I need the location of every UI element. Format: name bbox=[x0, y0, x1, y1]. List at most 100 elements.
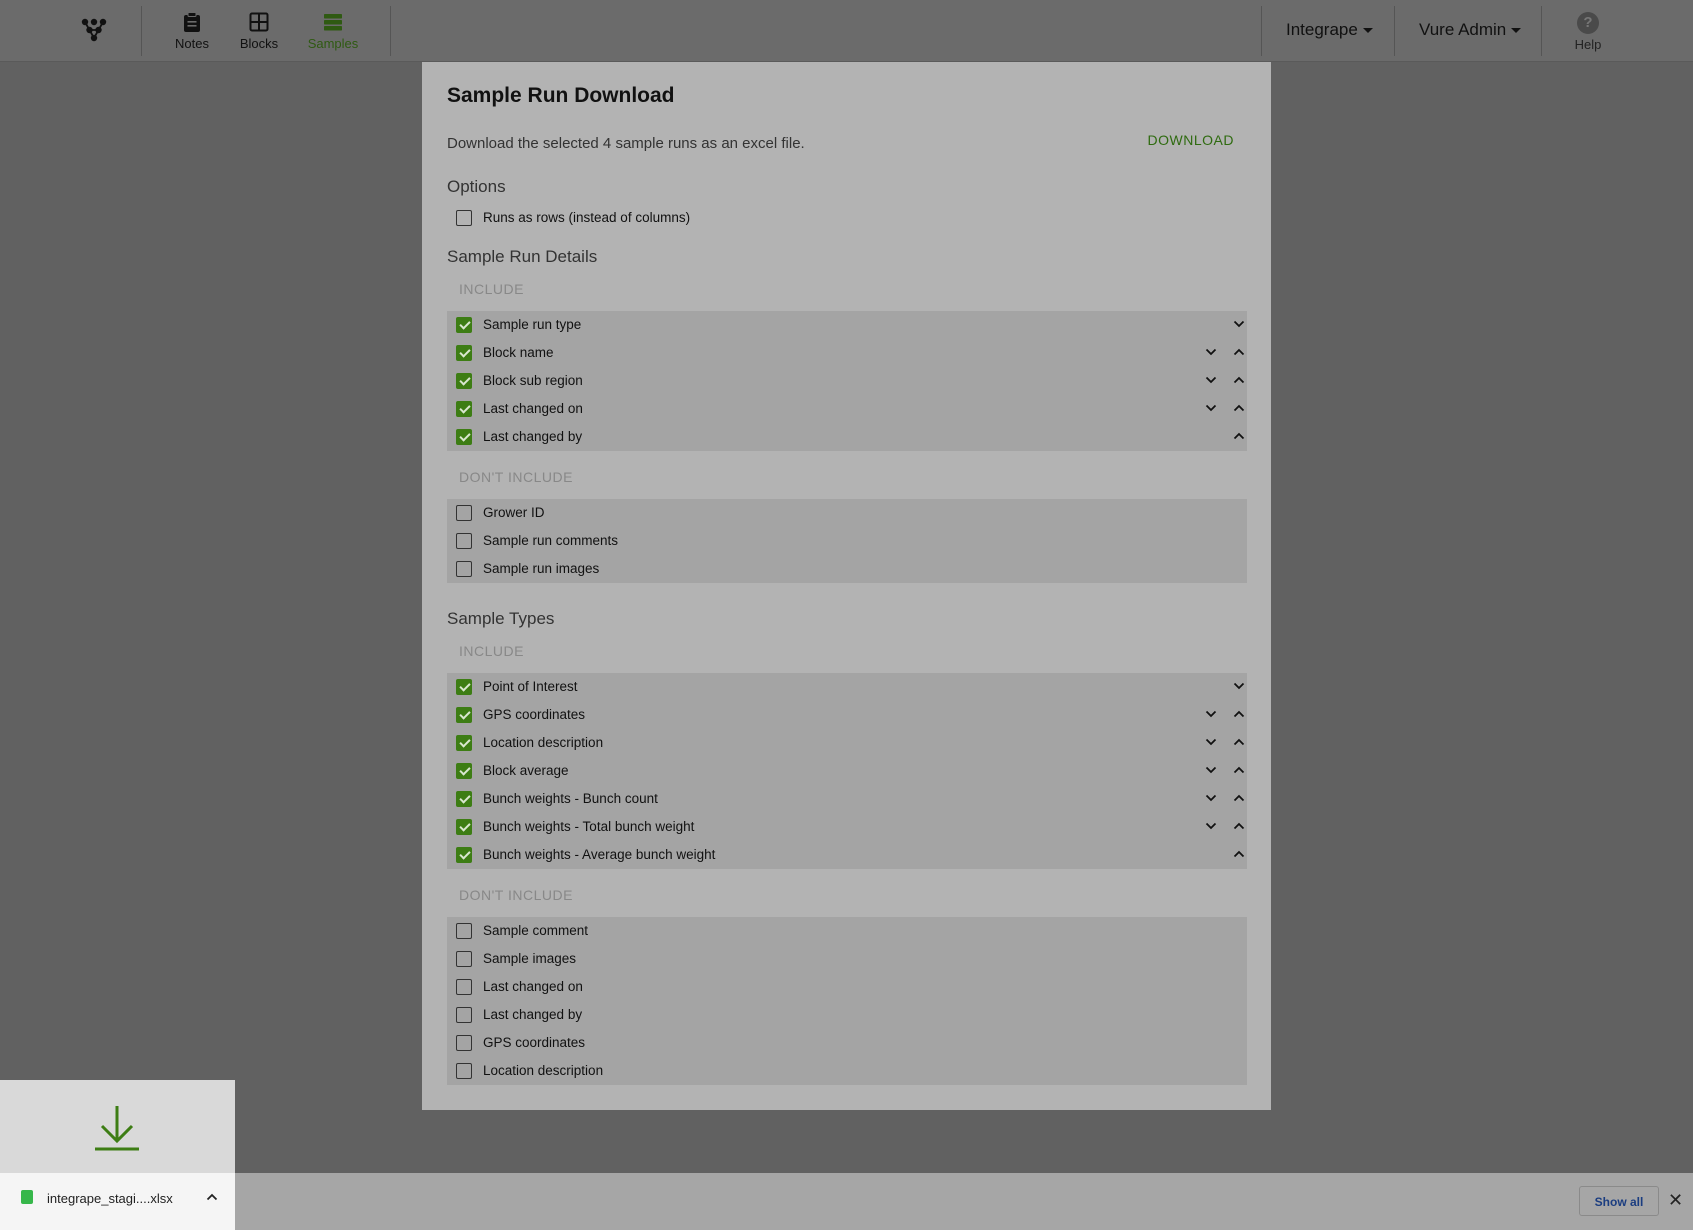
checkbox[interactable] bbox=[456, 401, 472, 417]
list-item[interactable]: Block name bbox=[447, 339, 1247, 367]
list-item-label: Block average bbox=[483, 763, 569, 778]
grape-logo-icon[interactable] bbox=[78, 16, 110, 46]
download-item[interactable]: integrape_stagi....xlsx bbox=[0, 1080, 235, 1230]
nav-samples[interactable]: Samples bbox=[306, 12, 360, 51]
checkbox[interactable] bbox=[456, 505, 472, 521]
list-item[interactable]: Sample run comments bbox=[447, 527, 1247, 555]
checkbox[interactable] bbox=[456, 951, 472, 967]
list-item[interactable]: GPS coordinates bbox=[447, 701, 1247, 729]
list-item[interactable]: Sample images bbox=[447, 945, 1247, 973]
checkbox[interactable] bbox=[456, 847, 472, 863]
list-item-label: Last changed on bbox=[483, 979, 583, 994]
move-up-chevron-icon[interactable] bbox=[1233, 822, 1245, 830]
list-item[interactable]: Sample run type bbox=[447, 311, 1247, 339]
list-item[interactable]: Bunch weights - Average bunch weight bbox=[447, 841, 1247, 869]
user-dropdown[interactable]: Vure Admin bbox=[1419, 20, 1522, 40]
sample-run-download-modal: Sample Run Download Download the selecte… bbox=[422, 62, 1271, 1110]
download-button[interactable]: DOWNLOAD bbox=[1148, 132, 1234, 148]
nav-samples-label: Samples bbox=[307, 36, 359, 51]
checkbox[interactable] bbox=[456, 373, 472, 389]
org-dropdown[interactable]: Integrape bbox=[1286, 20, 1373, 40]
move-down-chevron-icon[interactable] bbox=[1205, 766, 1217, 774]
list-item-label: Block name bbox=[483, 345, 554, 360]
modal-title: Sample Run Download bbox=[447, 84, 675, 107]
chevron-up-icon[interactable] bbox=[206, 1193, 218, 1201]
list-item[interactable]: GPS coordinates bbox=[447, 1029, 1247, 1057]
checkbox[interactable] bbox=[456, 679, 472, 695]
checkbox[interactable] bbox=[456, 317, 472, 333]
list-item[interactable]: Sample comment bbox=[447, 917, 1247, 945]
types-exclude-tab: DON'T INCLUDE bbox=[447, 887, 585, 919]
move-up-chevron-icon[interactable] bbox=[1233, 794, 1245, 802]
list-item[interactable]: Location description bbox=[447, 729, 1247, 757]
move-down-chevron-icon[interactable] bbox=[1205, 404, 1217, 412]
show-all-button[interactable]: Show all bbox=[1579, 1186, 1659, 1216]
move-up-chevron-icon[interactable] bbox=[1233, 404, 1245, 412]
downloads-bar bbox=[0, 1173, 1693, 1230]
move-up-chevron-icon[interactable] bbox=[1233, 432, 1245, 440]
list-item[interactable]: Block average bbox=[447, 757, 1247, 785]
checkbox[interactable] bbox=[456, 210, 472, 226]
move-up-chevron-icon[interactable] bbox=[1233, 738, 1245, 746]
list-item[interactable]: Last changed on bbox=[447, 395, 1247, 423]
download-item-footer[interactable]: integrape_stagi....xlsx bbox=[0, 1173, 235, 1230]
help-button[interactable]: ? Help bbox=[1570, 12, 1606, 52]
details-include-tab: INCLUDE bbox=[447, 281, 536, 313]
nav-notes[interactable]: Notes bbox=[171, 12, 213, 51]
checkbox[interactable] bbox=[456, 819, 472, 835]
checkbox[interactable] bbox=[456, 1035, 472, 1051]
checkbox[interactable] bbox=[456, 345, 472, 361]
list-item-label: Block sub region bbox=[483, 373, 583, 388]
move-down-chevron-icon[interactable] bbox=[1233, 320, 1245, 328]
checkbox[interactable] bbox=[456, 429, 472, 445]
checkbox[interactable] bbox=[456, 923, 472, 939]
list-item[interactable]: Block sub region bbox=[447, 367, 1247, 395]
list-item[interactable]: Grower ID bbox=[447, 499, 1247, 527]
list-item-label: GPS coordinates bbox=[483, 1035, 586, 1050]
move-down-chevron-icon[interactable] bbox=[1205, 738, 1217, 746]
move-up-chevron-icon[interactable] bbox=[1233, 348, 1245, 356]
grid-icon bbox=[249, 12, 269, 32]
checkbox[interactable] bbox=[456, 791, 472, 807]
close-downloads-icon[interactable]: ✕ bbox=[1668, 1190, 1683, 1211]
checkbox[interactable] bbox=[456, 1007, 472, 1023]
nav-blocks[interactable]: Blocks bbox=[238, 12, 280, 51]
checkbox[interactable] bbox=[456, 533, 472, 549]
excel-file-icon bbox=[21, 1190, 33, 1204]
move-down-chevron-icon[interactable] bbox=[1205, 348, 1217, 356]
option-runs-as-rows[interactable]: Runs as rows (instead of columns) bbox=[447, 204, 847, 232]
list-item[interactable]: Last changed by bbox=[447, 423, 1247, 451]
move-up-chevron-icon[interactable] bbox=[1233, 766, 1245, 774]
list-item[interactable]: Last changed by bbox=[447, 1001, 1247, 1029]
move-up-chevron-icon[interactable] bbox=[1233, 710, 1245, 718]
types-include-list: Point of Interest GPS coordinates Location… bbox=[447, 673, 1247, 869]
checkbox[interactable] bbox=[456, 735, 472, 751]
list-item-label: GPS coordinates bbox=[483, 707, 586, 722]
list-item-label: Sample comment bbox=[483, 923, 589, 938]
list-item[interactable]: Last changed on bbox=[447, 973, 1247, 1001]
checkbox[interactable] bbox=[456, 561, 472, 577]
sample-types-title: Sample Types bbox=[447, 609, 555, 628]
list-item[interactable]: Location description bbox=[447, 1057, 1247, 1085]
move-down-chevron-icon[interactable] bbox=[1233, 682, 1245, 690]
clipboard-icon bbox=[184, 12, 200, 32]
move-down-chevron-icon[interactable] bbox=[1205, 710, 1217, 718]
types-exclude-label: DON'T INCLUDE bbox=[459, 887, 573, 903]
move-down-chevron-icon[interactable] bbox=[1205, 822, 1217, 830]
types-exclude-list: Sample comment Sample images Last changed … bbox=[447, 917, 1247, 1085]
list-item[interactable]: Bunch weights - Total bunch weight bbox=[447, 813, 1247, 841]
details-include-label: INCLUDE bbox=[459, 281, 524, 297]
list-item[interactable]: Point of Interest bbox=[447, 673, 1247, 701]
nav-divider bbox=[141, 6, 142, 56]
list-item[interactable]: Bunch weights - Bunch count bbox=[447, 785, 1247, 813]
move-up-chevron-icon[interactable] bbox=[1233, 850, 1245, 858]
checkbox[interactable] bbox=[456, 1063, 472, 1079]
move-down-chevron-icon[interactable] bbox=[1205, 376, 1217, 384]
move-down-chevron-icon[interactable] bbox=[1205, 794, 1217, 802]
checkbox[interactable] bbox=[456, 707, 472, 723]
checkbox[interactable] bbox=[456, 979, 472, 995]
checkbox[interactable] bbox=[456, 763, 472, 779]
move-up-chevron-icon[interactable] bbox=[1233, 376, 1245, 384]
list-item[interactable]: Sample run images bbox=[447, 555, 1247, 583]
list-item-label: Point of Interest bbox=[483, 679, 578, 694]
